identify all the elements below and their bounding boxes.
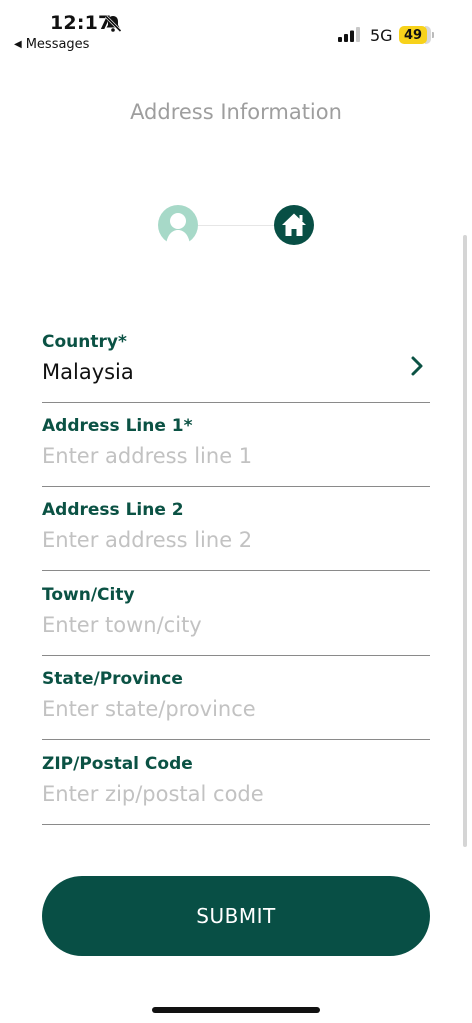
town-city-field: Town/City [42, 585, 430, 656]
back-label: Messages [25, 37, 90, 52]
submit-button[interactable]: SUBMIT [42, 876, 430, 956]
page-title: Address Information [130, 100, 342, 124]
zip-postal-label: ZIP/Postal Code [42, 754, 193, 774]
country-value: Malaysia [42, 360, 134, 384]
address-line-2-field: Address Line 2 [42, 500, 430, 571]
country-selector[interactable]: Country* Malaysia [42, 332, 430, 403]
cellular-signal-icon [338, 27, 360, 42]
stepper-connector [198, 225, 274, 226]
zip-postal-field: ZIP/Postal Code [42, 754, 430, 825]
step-personal-user-icon [158, 205, 198, 245]
home-indicator[interactable] [152, 1007, 320, 1013]
network-type: 5G [370, 26, 393, 45]
state-province-field: State/Province [42, 669, 430, 740]
state-province-label: State/Province [42, 669, 183, 689]
address-line-2-label: Address Line 2 [42, 500, 184, 520]
battery-indicator: 49 [399, 26, 434, 44]
state-province-input[interactable] [42, 697, 392, 721]
town-city-input[interactable] [42, 613, 392, 637]
chevron-right-icon [411, 356, 423, 376]
address-line-1-label: Address Line 1* [42, 416, 193, 436]
bell-muted-icon [104, 15, 122, 33]
scrollbar[interactable] [463, 235, 467, 847]
back-to-messages-link[interactable]: ◀ Messages [14, 37, 89, 52]
address-line-1-field: Address Line 1* [42, 416, 430, 487]
address-line-1-input[interactable] [42, 444, 392, 468]
town-city-label: Town/City [42, 585, 135, 605]
step-address-home-icon [274, 205, 314, 245]
country-label: Country* [42, 332, 127, 352]
zip-postal-input[interactable] [42, 782, 392, 806]
back-arrow-icon: ◀ [14, 39, 22, 50]
address-line-2-input[interactable] [42, 528, 392, 552]
battery-level: 49 [399, 26, 427, 44]
